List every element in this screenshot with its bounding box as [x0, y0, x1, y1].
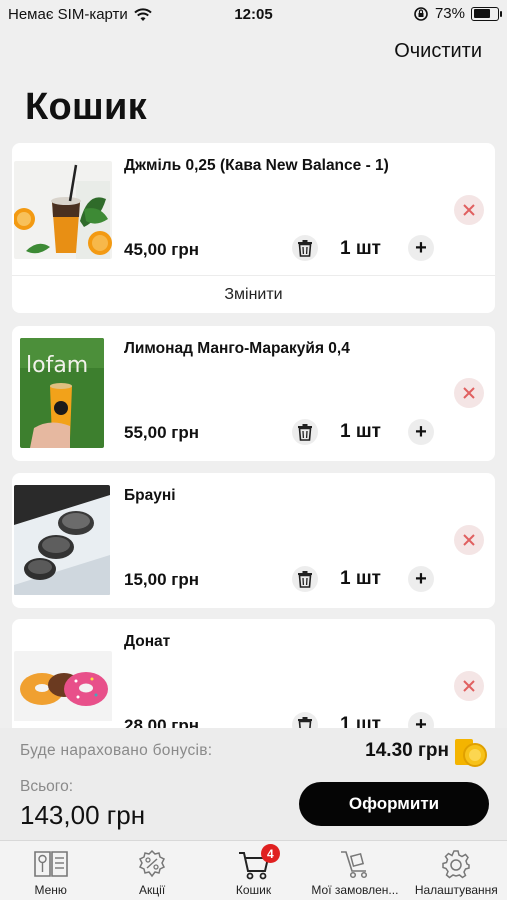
cart-count-badge: 4: [260, 844, 280, 863]
product-price: 28,00 грн: [124, 716, 199, 728]
tab-label: Налаштування: [414, 883, 498, 897]
trash-icon: [298, 424, 312, 441]
tab-cart[interactable]: 4 Кошик: [203, 841, 304, 900]
product-name: Брауні: [124, 487, 176, 504]
cart-item-card: Джміль 0,25 (Кава New Balance - 1) 45,00…: [12, 143, 495, 313]
tab-label: Кошик: [235, 883, 272, 897]
plus-icon: +: [415, 568, 427, 590]
change-item-button[interactable]: Змінити: [12, 275, 495, 313]
quantity-value: 1 шт: [340, 714, 381, 728]
remove-item-button[interactable]: [454, 378, 484, 408]
product-name: Джміль 0,25 (Кава New Balance - 1): [124, 157, 389, 174]
cart-item-card: Брауні 15,00 грн 1 шт +: [12, 473, 495, 608]
orientation-lock-icon: [414, 6, 428, 21]
product-price: 55,00 грн: [124, 423, 199, 442]
delete-item-button[interactable]: [292, 235, 318, 261]
tab-promotions[interactable]: Акції: [101, 841, 202, 900]
remove-item-button[interactable]: [454, 195, 484, 225]
product-name: Донат: [124, 633, 171, 650]
delivery-cart-icon: [340, 851, 367, 879]
battery-icon: [471, 6, 502, 21]
increase-quantity-button[interactable]: +: [408, 712, 434, 728]
tab-label: Акції: [139, 883, 166, 897]
close-icon: [463, 204, 475, 216]
product-name: Лимонад Манго-Маракуйя 0,4: [124, 340, 350, 357]
percent-badge-icon: [139, 849, 166, 878]
cart-item-list[interactable]: Джміль 0,25 (Кава New Balance - 1) 45,00…: [0, 143, 507, 728]
trash-icon: [298, 240, 312, 257]
page-title: Кошик: [25, 86, 147, 128]
battery-fill: [473, 9, 491, 18]
checkout-button[interactable]: Оформити: [299, 782, 489, 826]
increase-quantity-button[interactable]: +: [408, 419, 434, 445]
product-price: 15,00 грн: [124, 570, 199, 589]
product-image-lemonade: lofam: [20, 338, 104, 448]
increase-quantity-button[interactable]: +: [408, 566, 434, 592]
tab-my-orders[interactable]: Мої замовлен...: [304, 841, 405, 900]
product-image-brownie: [14, 485, 110, 595]
product-image-jmil: [14, 161, 112, 259]
plus-icon: +: [415, 421, 427, 443]
battery-percent: 73%: [434, 5, 465, 22]
product-price: 45,00 грн: [124, 240, 199, 259]
trash-icon: [298, 571, 312, 588]
product-image-donut: [14, 651, 112, 728]
cart-item-card: Донат 28,00 грн 1 шт +: [12, 619, 495, 728]
gear-icon: [442, 850, 471, 879]
tab-menu[interactable]: Меню: [0, 841, 101, 900]
close-icon: [463, 534, 475, 546]
quantity-value: 1 шт: [340, 568, 381, 589]
delete-item-button[interactable]: [292, 712, 318, 728]
cart-summary-panel: Буде нараховано бонусів: 14.30 грн Всьог…: [0, 728, 507, 840]
plus-icon: +: [415, 237, 427, 259]
plus-icon: +: [415, 714, 427, 728]
quantity-value: 1 шт: [340, 421, 381, 442]
svg-text:lofam: lofam: [26, 353, 88, 378]
increase-quantity-button[interactable]: +: [408, 235, 434, 261]
menu-book-icon: [33, 851, 68, 877]
clear-cart-button[interactable]: Очистити: [394, 40, 482, 63]
close-icon: [463, 680, 475, 692]
quantity-value: 1 шт: [340, 238, 381, 259]
bonus-value: 14.30 грн: [365, 740, 449, 761]
trash-icon: [298, 717, 312, 728]
cart-item-card: lofam Лимонад Манго-Маракуйя 0,4 55,00 г…: [12, 326, 495, 461]
tab-label: Мої замовлен...: [311, 883, 399, 897]
total-value: 143,00 грн: [20, 800, 146, 830]
bottom-tab-bar: Меню Акції 4 Кошик Мої замовлен... Налаш…: [0, 840, 507, 900]
status-bar: Немає SIM-карти 12:05 73%: [0, 0, 507, 30]
remove-item-button[interactable]: [454, 525, 484, 555]
tab-label: Меню: [34, 883, 67, 897]
coins-icon: [455, 739, 487, 767]
total-label: Всього:: [20, 778, 74, 795]
status-right: 73%: [413, 5, 502, 22]
close-icon: [463, 387, 475, 399]
remove-item-button[interactable]: [454, 671, 484, 701]
bonus-label: Буде нараховано бонусів:: [20, 742, 213, 759]
tab-settings[interactable]: Налаштування: [406, 841, 507, 900]
delete-item-button[interactable]: [292, 566, 318, 592]
delete-item-button[interactable]: [292, 419, 318, 445]
